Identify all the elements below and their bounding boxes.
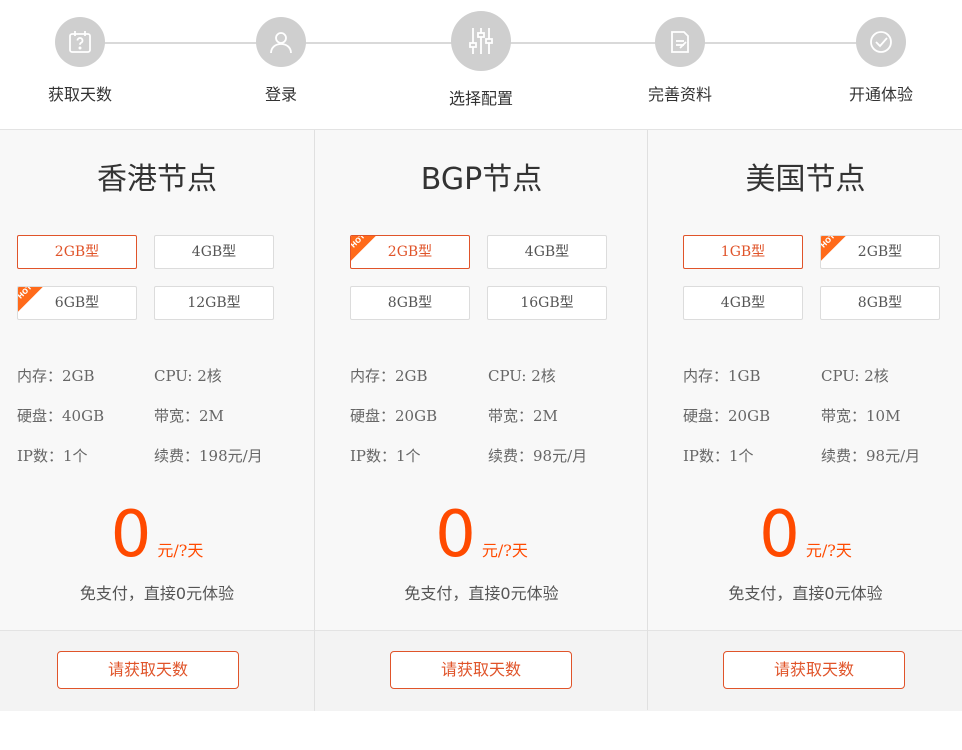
plan-option[interactable]: 8GB型 bbox=[350, 286, 470, 320]
step-choose-config: 选择配置 bbox=[411, 11, 551, 109]
option-label: 4GB型 bbox=[191, 244, 237, 260]
edit-document-icon bbox=[655, 17, 705, 67]
spec-ip: IP数：1个 bbox=[350, 447, 421, 465]
step-label: 选择配置 bbox=[448, 89, 513, 108]
option-label: 12GB型 bbox=[187, 295, 241, 311]
user-icon bbox=[256, 17, 306, 67]
spec-renewal: 续费：98元/月 bbox=[821, 447, 921, 465]
price: 0 元/?天 bbox=[0, 498, 314, 572]
plans-section: 香港节点 2GB型 4GB型 HOT 6GB型 12GB型 内存：2GB CPU:… bbox=[0, 129, 962, 711]
plan-title: 香港节点 bbox=[97, 162, 217, 197]
plan-footer: 请获取天数 bbox=[315, 630, 648, 711]
price-value: 0 bbox=[110, 498, 152, 572]
plan-option[interactable]: 2GB型 bbox=[17, 235, 137, 269]
option-label: 2GB型 bbox=[857, 244, 903, 260]
price-note: 免支付，直接0元体验 bbox=[728, 584, 883, 603]
hot-badge: HOT bbox=[821, 236, 853, 266]
spec-ip: IP数：1个 bbox=[17, 447, 88, 465]
progress-steps: 获取天数 登录 选择配置 完善资料 开通体验 bbox=[0, 0, 962, 130]
price-note: 免支付，直接0元体验 bbox=[79, 584, 235, 603]
spec-memory: 内存：2GB bbox=[17, 367, 95, 385]
spec-ip: IP数：1个 bbox=[683, 447, 754, 465]
spec-cpu: CPU: 2核 bbox=[821, 367, 889, 385]
price-value: 0 bbox=[435, 498, 476, 572]
option-label: 4GB型 bbox=[720, 295, 766, 311]
plan-card-bgp: BGP节点 HOT 2GB型 4GB型 8GB型 16GB型 内存：2GB CPU… bbox=[314, 130, 648, 711]
check-circle-icon bbox=[856, 17, 906, 67]
step-get-days: 获取天数 bbox=[10, 17, 150, 105]
option-label: 8GB型 bbox=[387, 295, 433, 311]
plan-option[interactable]: 4GB型 bbox=[487, 235, 607, 269]
plan-title: 美国节点 bbox=[745, 162, 866, 197]
get-days-button[interactable]: 请获取天数 bbox=[390, 651, 572, 689]
step-label: 登录 bbox=[264, 85, 297, 104]
spec-cpu: CPU: 2核 bbox=[154, 367, 222, 385]
option-label: 2GB型 bbox=[54, 244, 100, 260]
step-label: 完善资料 bbox=[647, 85, 712, 104]
get-days-button[interactable]: 请获取天数 bbox=[723, 651, 905, 689]
plan-footer: 请获取天数 bbox=[0, 630, 314, 711]
plan-option[interactable]: 4GB型 bbox=[683, 286, 803, 320]
step-complete-info: 完善资料 bbox=[610, 17, 750, 105]
price-unit: 元/?天 bbox=[805, 541, 852, 560]
plan-option[interactable]: HOT 2GB型 bbox=[350, 235, 470, 269]
price-unit: 元/?天 bbox=[157, 541, 204, 560]
plan-footer: 请获取天数 bbox=[648, 630, 962, 711]
step-activate: 开通体验 bbox=[811, 17, 951, 105]
calendar-question-icon bbox=[55, 17, 105, 67]
spec-bandwidth: 带宽：2M bbox=[154, 407, 224, 425]
spec-memory: 内存：1GB bbox=[683, 367, 761, 385]
plan-option[interactable]: 16GB型 bbox=[487, 286, 607, 320]
option-label: 6GB型 bbox=[54, 295, 100, 311]
plan-card-hongkong: 香港节点 2GB型 4GB型 HOT 6GB型 12GB型 内存：2GB CPU:… bbox=[0, 130, 314, 711]
plan-option[interactable]: HOT 2GB型 bbox=[820, 235, 940, 269]
sliders-icon bbox=[451, 11, 511, 71]
price: 0 元/?天 bbox=[315, 498, 648, 572]
step-login: 登录 bbox=[211, 17, 351, 105]
spec-disk: 硬盘：40GB bbox=[17, 407, 105, 425]
price: 0 元/?天 bbox=[648, 498, 962, 572]
plan-option[interactable]: 12GB型 bbox=[154, 286, 274, 320]
step-label: 获取天数 bbox=[47, 85, 112, 104]
spec-memory: 内存：2GB bbox=[350, 367, 428, 385]
get-days-button[interactable]: 请获取天数 bbox=[57, 651, 239, 689]
plan-option[interactable]: 1GB型 bbox=[683, 235, 803, 269]
spec-renewal: 续费：98元/月 bbox=[488, 447, 588, 465]
hot-badge: HOT bbox=[18, 287, 50, 317]
price-value: 0 bbox=[759, 498, 800, 572]
spec-disk: 硬盘：20GB bbox=[350, 407, 438, 425]
option-label: 8GB型 bbox=[857, 295, 903, 311]
spec-cpu: CPU: 2核 bbox=[488, 367, 556, 385]
option-label: 4GB型 bbox=[524, 244, 570, 260]
plan-card-us: 美国节点 1GB型 HOT 2GB型 4GB型 8GB型 内存：1GB CPU: … bbox=[647, 130, 962, 711]
plan-option[interactable]: 4GB型 bbox=[154, 235, 274, 269]
option-label: 1GB型 bbox=[720, 244, 766, 260]
spec-bandwidth: 带宽：10M bbox=[821, 407, 901, 425]
spec-renewal: 续费：198元/月 bbox=[154, 447, 263, 465]
price-unit: 元/?天 bbox=[481, 541, 528, 560]
step-label: 开通体验 bbox=[848, 85, 913, 104]
price-note: 免支付，直接0元体验 bbox=[404, 584, 559, 603]
plan-title: BGP节点 bbox=[420, 162, 543, 197]
spec-disk: 硬盘：20GB bbox=[683, 407, 771, 425]
option-label: 2GB型 bbox=[387, 244, 433, 260]
hot-badge: HOT bbox=[351, 236, 383, 266]
plan-option[interactable]: HOT 6GB型 bbox=[17, 286, 137, 320]
plan-option[interactable]: 8GB型 bbox=[820, 286, 940, 320]
spec-bandwidth: 带宽：2M bbox=[488, 407, 558, 425]
option-label: 16GB型 bbox=[520, 295, 574, 311]
